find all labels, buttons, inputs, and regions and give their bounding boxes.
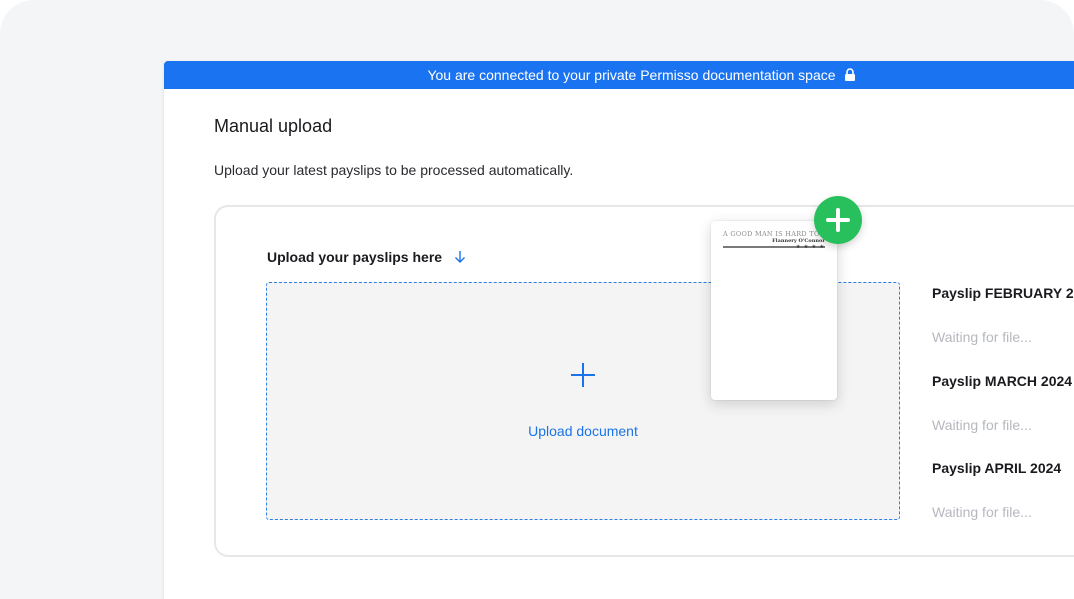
payslip-status: Waiting for file... bbox=[932, 329, 1032, 345]
payslip-name: Payslip MARCH 2024 bbox=[932, 372, 1073, 389]
payslip-status: Waiting for file... bbox=[932, 416, 1032, 433]
payslip-name: Payslip FEBRUARY 2024 bbox=[932, 285, 1074, 301]
connection-banner: You are connected to your private Permis… bbox=[164, 61, 1074, 89]
payslip-status-list: Payslip FEBRUARY 2024 Waiting for file..… bbox=[932, 285, 1074, 548]
document-preview[interactable]: A GOOD MAN IS HARD TO FIND Flannery O'Co… bbox=[711, 221, 841, 400]
connection-banner-text: You are connected to your private Permis… bbox=[427, 67, 836, 83]
plus-icon bbox=[571, 363, 595, 387]
upload-label: Upload your payslips here bbox=[267, 249, 466, 265]
page-title: Manual upload bbox=[214, 116, 333, 136]
upload-document-link[interactable]: Upload document bbox=[267, 423, 899, 439]
payslip-item: Payslip FEBRUARY 2024 Waiting for file..… bbox=[932, 285, 1074, 373]
page-subtitle: Upload your latest payslips to be proces… bbox=[214, 162, 574, 178]
upload-window: You are connected to your private Permis… bbox=[164, 61, 1074, 599]
payslip-name: Payslip APRIL 2024 bbox=[932, 460, 1062, 476]
upload-card: Upload your payslips here Upload documen… bbox=[214, 205, 1074, 557]
payslip-item: Payslip APRIL 2024 Waiting for file... bbox=[932, 460, 1074, 548]
add-icon[interactable] bbox=[814, 196, 862, 244]
lock-icon bbox=[844, 67, 856, 81]
document-preview-stars: ★ ★ ★ ★ bbox=[795, 244, 825, 250]
payslip-item: Payslip MARCH 2024 Waiting for file... bbox=[932, 373, 1074, 461]
arrow-down-icon bbox=[455, 251, 466, 263]
payslip-status: Waiting for file... bbox=[932, 504, 1032, 520]
app-frame: You are connected to your private Permis… bbox=[0, 0, 1074, 599]
upload-label-text: Upload your payslips here bbox=[267, 249, 443, 265]
